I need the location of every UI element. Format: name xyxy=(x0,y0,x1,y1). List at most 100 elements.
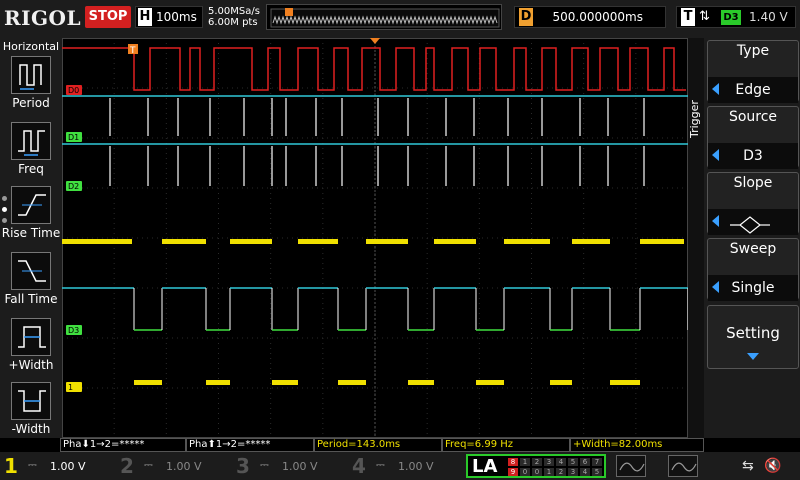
measurement-frequency[interactable]: Freq=6.99 Hz xyxy=(442,438,570,452)
dc-coupling-icon: ⎓ xyxy=(376,458,385,471)
ch1-label-text: 1 xyxy=(68,383,73,392)
measure-rise-time[interactable]: Rise Time xyxy=(0,186,62,250)
rise-time-icon xyxy=(11,186,51,224)
trigger-sweep-title: Sweep xyxy=(729,241,777,257)
run-stop-status[interactable]: STOP xyxy=(85,6,131,28)
trigger-slope-title: Slope xyxy=(733,175,773,191)
measurement-phase-rising[interactable]: Pha⬆1→2=***** xyxy=(186,438,314,452)
trigger-type-value: Edge xyxy=(708,77,798,103)
positive-width-icon xyxy=(11,318,51,356)
waveform-canvas: D0 D1 D2 D3 1 T xyxy=(58,37,689,439)
timebase-box[interactable]: H 100ms xyxy=(135,6,203,28)
measure-period[interactable]: Period xyxy=(0,56,62,120)
ch1-low-pulse xyxy=(272,380,298,385)
dc-coupling-icon: ⎓ xyxy=(144,458,153,471)
ch1-low-pulse xyxy=(206,380,230,385)
ch1-low-pulse xyxy=(550,380,572,385)
logic-analyzer-status[interactable]: LA 8123456790012345 xyxy=(466,454,606,478)
trigger-slope-value xyxy=(708,209,798,235)
trigger-slope-softkey[interactable]: Slope xyxy=(707,172,799,235)
la-bit: 1 xyxy=(520,458,530,466)
ch1-pulse xyxy=(640,239,684,244)
channel-1-status[interactable]: 1 ⎓ 1.00 V xyxy=(0,454,112,478)
channel-2-status[interactable]: 2 ⎓ 1.00 V xyxy=(116,454,228,478)
timebase-value: 100ms xyxy=(156,10,197,24)
top-status-bar: RIGOL STOP H 100ms 5.00MSa/s 6.00M pts D… xyxy=(0,0,800,38)
trigger-status-box[interactable]: T ⇅ D3 1.40 V xyxy=(676,6,796,28)
brand-logo: RIGOL xyxy=(4,6,82,30)
trigger-menu: Type Edge Source D3 Slope Sweep Single S… xyxy=(704,38,800,438)
dc-coupling-icon: ⎓ xyxy=(28,458,37,471)
usb-icon: ⇆ xyxy=(742,458,754,474)
ch1-pulse xyxy=(58,239,132,244)
chevron-down-icon xyxy=(747,353,759,360)
trigger-sweep-softkey[interactable]: Sweep Single xyxy=(707,238,799,301)
measurement-positive-width[interactable]: +Width=82.00ms xyxy=(570,438,704,452)
trigger-source-softkey[interactable]: Source D3 xyxy=(707,106,799,169)
measure-period-label: Period xyxy=(12,96,50,110)
trigger-menu-header: Trigger xyxy=(688,100,701,138)
ch1-pulse xyxy=(162,239,206,244)
ch1-low-pulse xyxy=(338,380,366,385)
channel-4-scale: 1.00 V xyxy=(398,460,434,473)
la-bit: 4 xyxy=(580,468,590,476)
trigger-edge-icon: ⇅ xyxy=(699,9,710,24)
speaker-mute-icon[interactable]: 🔇 xyxy=(764,458,781,474)
d1-label-text: D1 xyxy=(68,133,79,142)
la-bit: 4 xyxy=(556,458,566,466)
measure-frequency[interactable]: Freq xyxy=(0,122,62,186)
select-arrow-icon xyxy=(712,83,719,95)
ch1-pulse xyxy=(230,239,272,244)
trigger-setting-softkey[interactable]: Setting xyxy=(707,305,799,369)
la-bit: 0 xyxy=(520,468,530,476)
trigger-type-softkey[interactable]: Type Edge xyxy=(707,40,799,103)
channel-4-status[interactable]: 4 ⎓ 1.00 V xyxy=(348,454,460,478)
channel-1-scale: 1.00 V xyxy=(50,460,86,473)
period-icon xyxy=(11,56,51,94)
measurement-phase-falling[interactable]: Pha⬇1→2=***** xyxy=(60,438,186,452)
channel-4-number: 4 xyxy=(352,454,366,478)
measure-positive-width[interactable]: +Width xyxy=(0,318,62,382)
waveform-display[interactable]: D0 D1 D2 D3 1 T xyxy=(58,37,689,439)
trigger-source-title: Source xyxy=(728,109,778,125)
ch1-low-pulse xyxy=(134,380,162,385)
delay-box[interactable]: D 500.000000ms xyxy=(514,6,666,28)
d3-label-text: D3 xyxy=(68,326,79,335)
trigger-menu-tab: Trigger xyxy=(688,38,704,438)
page-dot xyxy=(2,196,7,201)
measurement-period[interactable]: Period=143.0ms xyxy=(314,438,442,452)
channel-status-bar: 1 ⎓ 1.00 V 2 ⎓ 1.00 V 3 ⎓ 1.00 V 4 ⎓ 1.0… xyxy=(0,452,800,480)
trigger-source: D3 xyxy=(721,10,741,25)
measure-rise-time-label: Rise Time xyxy=(1,226,61,240)
memory-depth: 6.00M pts xyxy=(208,17,258,28)
measure-negative-width-label: -Width xyxy=(11,422,51,436)
center-time-marker xyxy=(370,38,380,44)
measure-fall-time-label: Fall Time xyxy=(4,292,58,306)
channel-3-status[interactable]: 3 ⎓ 1.00 V xyxy=(232,454,344,478)
la-bit: 0 xyxy=(532,468,542,476)
la-bit: 7 xyxy=(592,458,602,466)
d2-label-text: D2 xyxy=(68,182,79,191)
delay-letter: D xyxy=(519,8,533,26)
source-2-wave-icon[interactable] xyxy=(668,455,698,477)
ch1-pulse xyxy=(434,239,476,244)
trigger-position-text: T xyxy=(129,46,136,56)
timebase-letter: H xyxy=(138,8,152,26)
measure-negative-width[interactable]: -Width xyxy=(0,382,62,446)
ch1-low-pulse xyxy=(476,380,504,385)
fall-time-icon xyxy=(11,252,51,290)
la-bit: 5 xyxy=(592,468,602,476)
source-1-wave-icon[interactable] xyxy=(616,455,646,477)
left-menu-title: Horizontal xyxy=(2,40,60,53)
la-bit: 6 xyxy=(580,458,590,466)
dc-coupling-icon: ⎓ xyxy=(260,458,269,471)
la-channel-grid: 8123456790012345 xyxy=(508,458,604,476)
la-bit: 2 xyxy=(532,458,542,466)
measure-fall-time[interactable]: Fall Time xyxy=(0,252,62,316)
la-bit: 2 xyxy=(556,468,566,476)
ch1-pulse xyxy=(504,239,550,244)
ch1-pulse xyxy=(572,239,610,244)
la-bit: 8 xyxy=(508,458,518,466)
channel-2-scale: 1.00 V xyxy=(166,460,202,473)
d0-label-text: D0 xyxy=(68,86,79,95)
